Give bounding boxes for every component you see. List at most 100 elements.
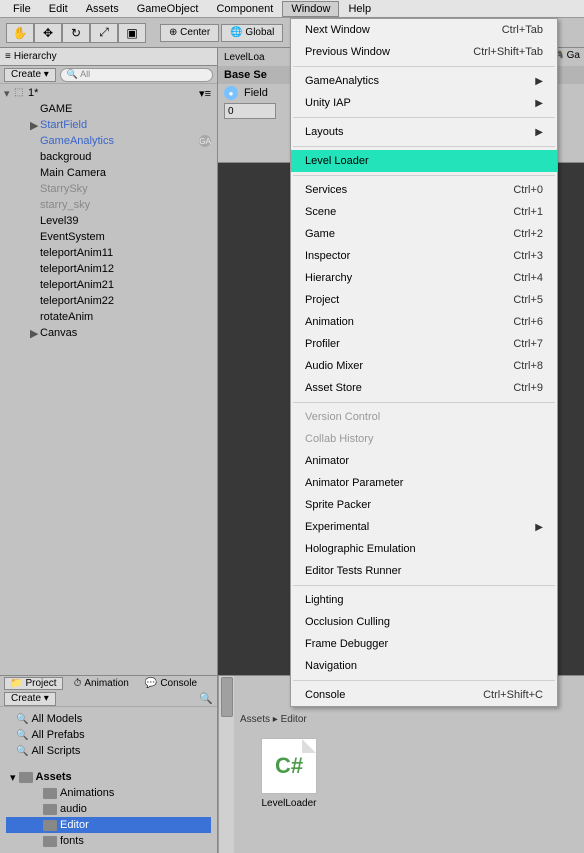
hierarchy-item[interactable]: StarrySky xyxy=(0,181,217,197)
menu-item-experimental[interactable]: Experimental▶ xyxy=(291,516,557,538)
menu-item-previous-window[interactable]: Previous WindowCtrl+Shift+Tab xyxy=(291,41,557,63)
menu-item-animation[interactable]: AnimationCtrl+6 xyxy=(291,311,557,333)
hierarchy-tab[interactable]: ≡ Hierarchy xyxy=(0,48,217,66)
hand-tool[interactable]: ✋ xyxy=(6,23,34,43)
menu-item-audio-mixer[interactable]: Audio MixerCtrl+8 xyxy=(291,355,557,377)
menu-item-occlusion-culling[interactable]: Occlusion Culling xyxy=(291,611,557,633)
menu-item-frame-debugger[interactable]: Frame Debugger xyxy=(291,633,557,655)
hierarchy-item[interactable]: teleportAnim12 xyxy=(0,261,217,277)
menu-item-game[interactable]: GameCtrl+2 xyxy=(291,223,557,245)
menu-shortcut: Ctrl+Tab xyxy=(502,24,543,36)
menu-item-console[interactable]: ConsoleCtrl+Shift+C xyxy=(291,684,557,706)
tab-animation[interactable]: ⏱Animation xyxy=(69,678,134,689)
menu-item-scene[interactable]: SceneCtrl+1 xyxy=(291,201,557,223)
hierarchy-item[interactable]: teleportAnim11 xyxy=(0,245,217,261)
menu-item-profiler[interactable]: ProfilerCtrl+7 xyxy=(291,333,557,355)
folder-item-animations[interactable]: Animations xyxy=(6,785,211,801)
cs-text: C# xyxy=(275,753,303,779)
assets-label: Assets xyxy=(36,771,72,783)
hierarchy-item[interactable]: GameAnalyticsGA xyxy=(0,133,217,149)
folder-item-editor[interactable]: Editor xyxy=(6,817,211,833)
menu-item-label: Animator xyxy=(305,455,349,467)
assets-root[interactable]: ▾ Assets xyxy=(6,769,211,785)
panel-menu-icon[interactable]: ≡ xyxy=(5,51,11,62)
hierarchy-search-input[interactable]: 🔍 All xyxy=(60,68,213,82)
menu-item-holographic-emulation[interactable]: Holographic Emulation xyxy=(291,538,557,560)
menu-item-inspector[interactable]: InspectorCtrl+3 xyxy=(291,245,557,267)
toggle-arrow-icon[interactable]: ▶ xyxy=(30,327,40,340)
hierarchy-item[interactable]: teleportAnim22 xyxy=(0,293,217,309)
hierarchy-item-label: GameAnalytics xyxy=(40,135,199,147)
menu-shortcut: Ctrl+1 xyxy=(513,206,543,218)
game-tab-label: Ga xyxy=(567,50,580,61)
hierarchy-item[interactable]: starry_sky xyxy=(0,197,217,213)
hierarchy-item-label: EventSystem xyxy=(40,231,217,243)
menu-item-project[interactable]: Project Ctrl+5 xyxy=(291,289,557,311)
menu-edit[interactable]: Edit xyxy=(40,1,77,17)
menu-item-sprite-packer[interactable]: Sprite Packer xyxy=(291,494,557,516)
hierarchy-item[interactable]: Main Camera xyxy=(0,165,217,181)
scale-tool[interactable]: ⤢ xyxy=(90,23,118,43)
scrollbar-thumb[interactable] xyxy=(221,677,233,717)
favorite-item[interactable]: 🔍All Scripts xyxy=(6,743,211,759)
hierarchy-item[interactable]: ▶Canvas xyxy=(0,325,217,341)
menu-item-navigation[interactable]: Navigation xyxy=(291,655,557,677)
toggle-arrow-icon[interactable]: ▾ xyxy=(10,771,16,784)
project-create-button[interactable]: Create ▾ xyxy=(4,692,56,706)
menu-item-label: Console xyxy=(305,689,345,701)
menu-help[interactable]: Help xyxy=(339,1,380,17)
toggle-arrow-icon[interactable]: ▶ xyxy=(30,119,40,132)
field-value-input[interactable] xyxy=(224,103,276,119)
pivot-center-button[interactable]: ⊕ Center xyxy=(160,24,219,42)
favorite-item[interactable]: 🔍All Models xyxy=(6,711,211,727)
folder-icon xyxy=(43,836,57,847)
menu-item-gameanalytics[interactable]: GameAnalytics▶ xyxy=(291,70,557,92)
hierarchy-item[interactable]: GAME xyxy=(0,101,217,117)
asset-item-levelloader[interactable]: C# LevelLoader xyxy=(254,738,324,809)
hierarchy-item[interactable]: rotateAnim xyxy=(0,309,217,325)
hierarchy-create-button[interactable]: Create ▾ xyxy=(4,68,56,82)
menu-shortcut: Ctrl+5 xyxy=(513,294,543,306)
move-tool[interactable]: ✥ xyxy=(34,23,62,43)
hierarchy-item[interactable]: backgroud xyxy=(0,149,217,165)
toggle-arrow-icon[interactable]: ▾ xyxy=(4,87,14,100)
menu-separator xyxy=(293,680,555,681)
menu-window[interactable]: Window xyxy=(282,1,339,17)
scrollbar[interactable] xyxy=(218,676,234,853)
favorite-item[interactable]: 🔍All Prefabs xyxy=(6,727,211,743)
folder-item-fonts[interactable]: fonts xyxy=(6,833,211,849)
menu-item-hierarchy[interactable]: HierarchyCtrl+4 xyxy=(291,267,557,289)
menu-item-services[interactable]: ServicesCtrl+0 xyxy=(291,179,557,201)
menu-item-editor-tests-runner[interactable]: Editor Tests Runner xyxy=(291,560,557,582)
hierarchy-item[interactable]: ▶StartField xyxy=(0,117,217,133)
folder-item-audio[interactable]: audio xyxy=(6,801,211,817)
menu-component[interactable]: Component xyxy=(207,1,282,17)
local-global-button[interactable]: 🌐 Global xyxy=(221,24,283,42)
scene-options-icon[interactable]: ▾≡ xyxy=(199,87,211,100)
scene-root-row[interactable]: ▾ ⬚ 1* ▾≡ xyxy=(0,85,217,101)
menu-item-asset-store[interactable]: Asset StoreCtrl+9 xyxy=(291,377,557,399)
rotate-tool[interactable]: ↻ xyxy=(62,23,90,43)
menu-item-next-window[interactable]: Next WindowCtrl+Tab xyxy=(291,19,557,41)
project-breadcrumb[interactable]: Assets ▸ Editor xyxy=(234,710,584,728)
menu-item-unity-iap[interactable]: Unity IAP▶ xyxy=(291,92,557,114)
rect-tool[interactable]: ▣ xyxy=(118,23,146,43)
hierarchy-item[interactable]: teleportAnim21 xyxy=(0,277,217,293)
menu-item-level-loader[interactable]: Level Loader xyxy=(291,150,557,172)
menu-item-layouts[interactable]: Layouts▶ xyxy=(291,121,557,143)
menu-shortcut: Ctrl+7 xyxy=(513,338,543,350)
hierarchy-item[interactable]: Level39 xyxy=(0,213,217,229)
menu-item-lighting[interactable]: Lighting xyxy=(291,589,557,611)
menu-file[interactable]: File xyxy=(4,1,40,17)
menu-item-animator-parameter[interactable]: Animator Parameter xyxy=(291,472,557,494)
menu-gameobject[interactable]: GameObject xyxy=(128,1,208,17)
hierarchy-item[interactable]: EventSystem xyxy=(0,229,217,245)
menu-item-label: Project xyxy=(305,294,339,306)
menu-item-label: Inspector xyxy=(305,250,350,262)
menu-assets[interactable]: Assets xyxy=(77,1,128,17)
search-icon[interactable]: 🔍 xyxy=(199,692,213,705)
menu-item-animator[interactable]: Animator xyxy=(291,450,557,472)
tab-console[interactable]: 💬Console xyxy=(140,678,202,689)
tab-project[interactable]: 📁Project xyxy=(4,677,63,690)
levelloader-tab[interactable]: LevelLoa xyxy=(224,52,265,63)
